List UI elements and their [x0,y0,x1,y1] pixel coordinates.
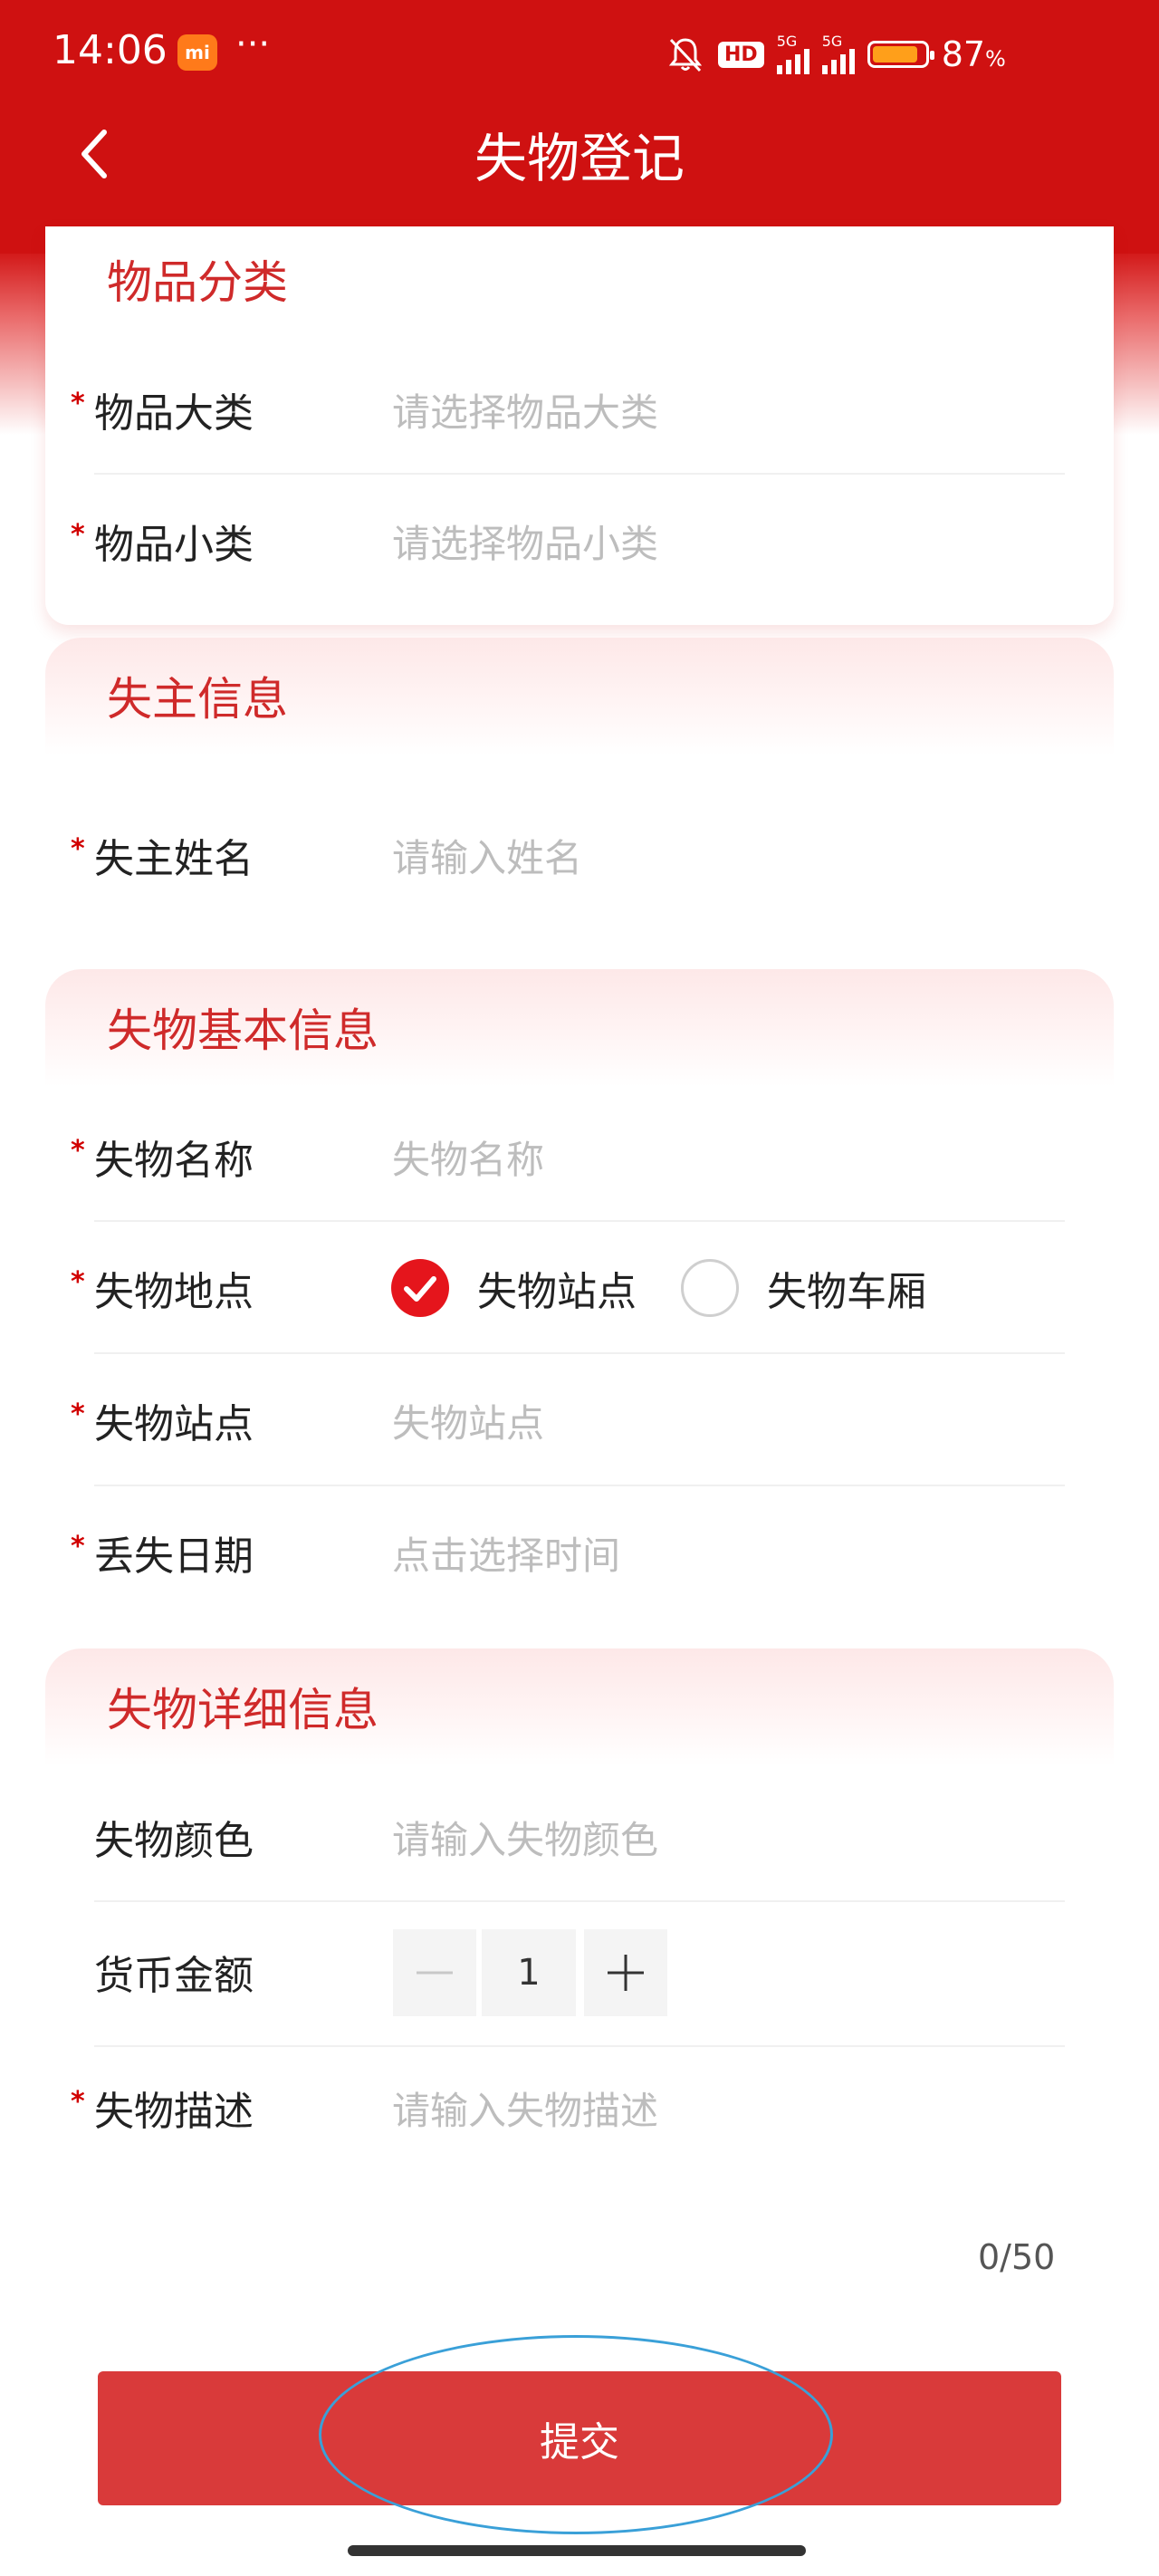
field-label-amount: 货币金额 [94,1953,254,1999]
char-counter: 0/50 [978,2237,1056,2277]
home-indicator[interactable] [348,2545,806,2556]
required-mark: * [71,519,85,551]
status-time: 14:06 [53,27,168,73]
plus-icon [608,1955,644,1991]
required-mark: * [71,833,85,865]
page-title: 失物登记 [474,128,685,189]
divider [94,1900,1065,1902]
description-textarea[interactable]: 请输入失物描述 [392,2081,658,2136]
required-mark: * [71,1531,85,1562]
field-label-owner-name: 失主姓名 [94,836,254,882]
divider [94,473,1065,475]
radio-station[interactable] [391,1259,449,1317]
amount-value[interactable]: 1 [482,1929,576,2016]
section-title-category: 物品分类 [107,256,288,309]
signal-icon-2: 5G [821,33,855,74]
net-type-2: 5G [821,33,843,50]
divider [94,1352,1065,1354]
highlight-annotation [319,2335,833,2534]
divider [94,1485,1065,1486]
radio-label-station[interactable]: 失物站点 [477,1259,637,1317]
checkmark-icon [404,1276,436,1302]
station-input[interactable]: 失物站点 [392,1393,544,1448]
signal-icon: 5G [776,33,809,74]
required-mark: * [71,2086,85,2118]
required-mark: * [71,1266,85,1298]
owner-name-input[interactable]: 请输入姓名 [392,828,582,883]
field-label-sub-category: 物品小类 [94,522,254,568]
battery-percent: 87% [941,34,1006,74]
field-label-station: 失物站点 [94,1401,254,1447]
section-title-basic: 失物基本信息 [107,1004,378,1057]
minus-icon [417,1971,453,1975]
required-mark: * [71,1399,85,1430]
lost-date-picker[interactable]: 点击选择时间 [392,1525,620,1581]
net-type-1: 5G [776,33,798,50]
decrement-button[interactable] [393,1929,476,2016]
mi-app-icon: mi [177,34,217,71]
item-name-input[interactable]: 失物名称 [392,1129,544,1185]
divider [94,1220,1065,1222]
battery-icon [867,41,934,68]
divider [94,2045,1065,2047]
status-icons: HD 5G 5G 87% [666,31,1006,78]
mute-bell-icon [668,38,703,72]
hd-badge: HD [718,41,764,68]
field-label-description: 失物描述 [94,2089,254,2135]
increment-button[interactable] [584,1929,667,2016]
color-input[interactable]: 请输入失物颜色 [392,1810,658,1865]
field-label-location: 失物地点 [94,1269,254,1315]
radio-carriage[interactable] [681,1259,739,1317]
main-category-select[interactable]: 请选择物品大类 [392,382,658,437]
required-mark: * [71,1135,85,1167]
section-title-detail: 失物详细信息 [107,1684,378,1736]
section-title-owner: 失主信息 [107,673,288,726]
field-label-lost-date: 丢失日期 [94,1533,254,1580]
radio-label-carriage[interactable]: 失物车厢 [767,1259,926,1317]
field-label-color: 失物颜色 [94,1818,254,1864]
more-notifications-icon: ··· [235,24,271,65]
required-mark: * [71,388,85,419]
sub-category-select[interactable]: 请选择物品小类 [392,514,658,569]
field-label-main-category: 物品大类 [94,390,254,437]
field-label-item-name: 失物名称 [94,1138,254,1184]
